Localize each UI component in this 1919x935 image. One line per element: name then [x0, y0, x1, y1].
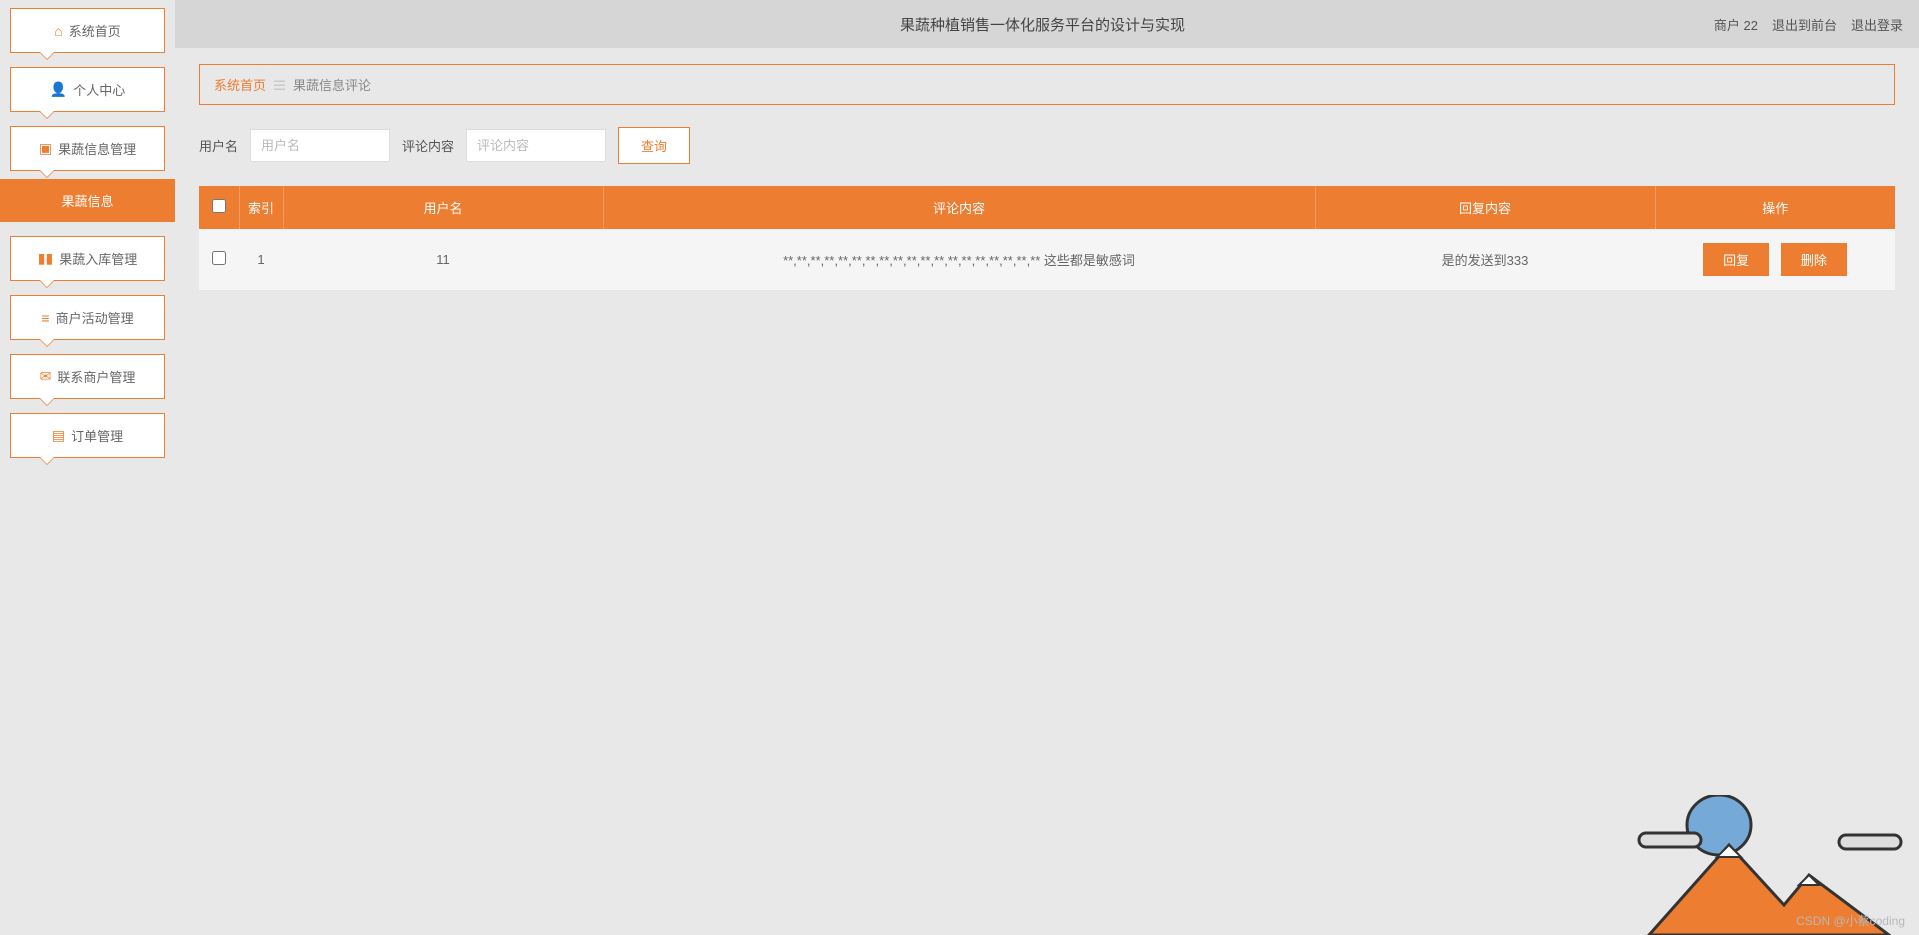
breadcrumb-current: 果蔬信息评论 — [293, 75, 371, 94]
home-icon: ⌂ — [54, 23, 62, 39]
nav-sub-fruit-info[interactable]: 果蔬信息 — [0, 179, 175, 222]
contact-icon: ✉ — [40, 368, 52, 385]
col-index: 索引 — [239, 186, 283, 229]
activity-icon: ≡ — [41, 310, 49, 326]
nav-label: 商户活动管理 — [56, 308, 134, 327]
user-icon: 👤 — [50, 81, 67, 98]
order-icon: ▤ — [52, 427, 65, 444]
nav-profile[interactable]: 👤 个人中心 — [10, 67, 165, 112]
breadcrumb: 系统首页 ——— 果蔬信息评论 — [199, 64, 1895, 105]
nav-stock[interactable]: ▮▮ 果蔬入库管理 — [10, 236, 165, 281]
sidebar: ⌂ 系统首页 👤 个人中心 ▣ 果蔬信息管理 果蔬信息 ▮▮ 果蔬入库管理 ≡ … — [0, 0, 175, 935]
page-title: 果蔬种植销售一体化服务平台的设计与实现 — [371, 14, 1714, 35]
delete-button[interactable]: 删除 — [1781, 243, 1847, 276]
search-bar: 用户名 评论内容 查询 — [199, 105, 1895, 186]
row-checkbox[interactable] — [212, 251, 226, 265]
nav-home[interactable]: ⌂ 系统首页 — [10, 8, 165, 53]
content-label: 评论内容 — [402, 136, 454, 155]
nav-label: 果蔬信息管理 — [58, 139, 136, 158]
nav-orders[interactable]: ▤ 订单管理 — [10, 413, 165, 458]
logout-link[interactable]: 退出登录 — [1851, 15, 1903, 34]
nav-fruit-info[interactable]: ▣ 果蔬信息管理 — [10, 126, 165, 171]
watermark: CSDN @小蔡coding — [1796, 912, 1905, 929]
cell-reply: 是的发送到333 — [1315, 229, 1655, 291]
main: 果蔬种植销售一体化服务平台的设计与实现 商户 22 退出到前台 退出登录 系统首… — [175, 0, 1919, 935]
data-table: 索引 用户名 评论内容 回复内容 操作 1 11 **,**,**,**,**,… — [199, 186, 1895, 291]
nav-activity[interactable]: ≡ 商户活动管理 — [10, 295, 165, 340]
reply-button[interactable]: 回复 — [1703, 243, 1769, 276]
nav-label: 联系商户管理 — [57, 367, 135, 386]
breadcrumb-home[interactable]: 系统首页 — [214, 75, 266, 94]
cell-comment: **,**,**,**,**,**,**,**,**,**,**,**,**,*… — [603, 229, 1315, 291]
nav-label: 系统首页 — [69, 21, 121, 40]
nav-label: 订单管理 — [71, 426, 123, 445]
logout-front-link[interactable]: 退出到前台 — [1772, 15, 1837, 34]
username-input[interactable] — [250, 129, 390, 162]
col-reply: 回复内容 — [1315, 186, 1655, 229]
breadcrumb-sep-icon: ——— — [274, 79, 285, 91]
nav-label: 果蔬入库管理 — [59, 249, 137, 268]
col-username: 用户名 — [283, 186, 603, 229]
user-label[interactable]: 商户 22 — [1714, 15, 1758, 34]
col-operation: 操作 — [1655, 186, 1895, 229]
nav-contact[interactable]: ✉ 联系商户管理 — [10, 354, 165, 399]
stock-icon: ▮▮ — [38, 250, 53, 267]
header: 果蔬种植销售一体化服务平台的设计与实现 商户 22 退出到前台 退出登录 — [175, 0, 1919, 48]
col-comment: 评论内容 — [603, 186, 1315, 229]
search-button[interactable]: 查询 — [618, 127, 690, 164]
cell-username: 11 — [283, 229, 603, 291]
table-row: 1 11 **,**,**,**,**,**,**,**,**,**,**,**… — [199, 229, 1895, 291]
cell-index: 1 — [239, 229, 283, 291]
nav-label: 个人中心 — [73, 80, 125, 99]
fruit-info-icon: ▣ — [39, 140, 52, 157]
content-input[interactable] — [466, 129, 606, 162]
username-label: 用户名 — [199, 136, 238, 155]
select-all-checkbox[interactable] — [212, 199, 226, 213]
